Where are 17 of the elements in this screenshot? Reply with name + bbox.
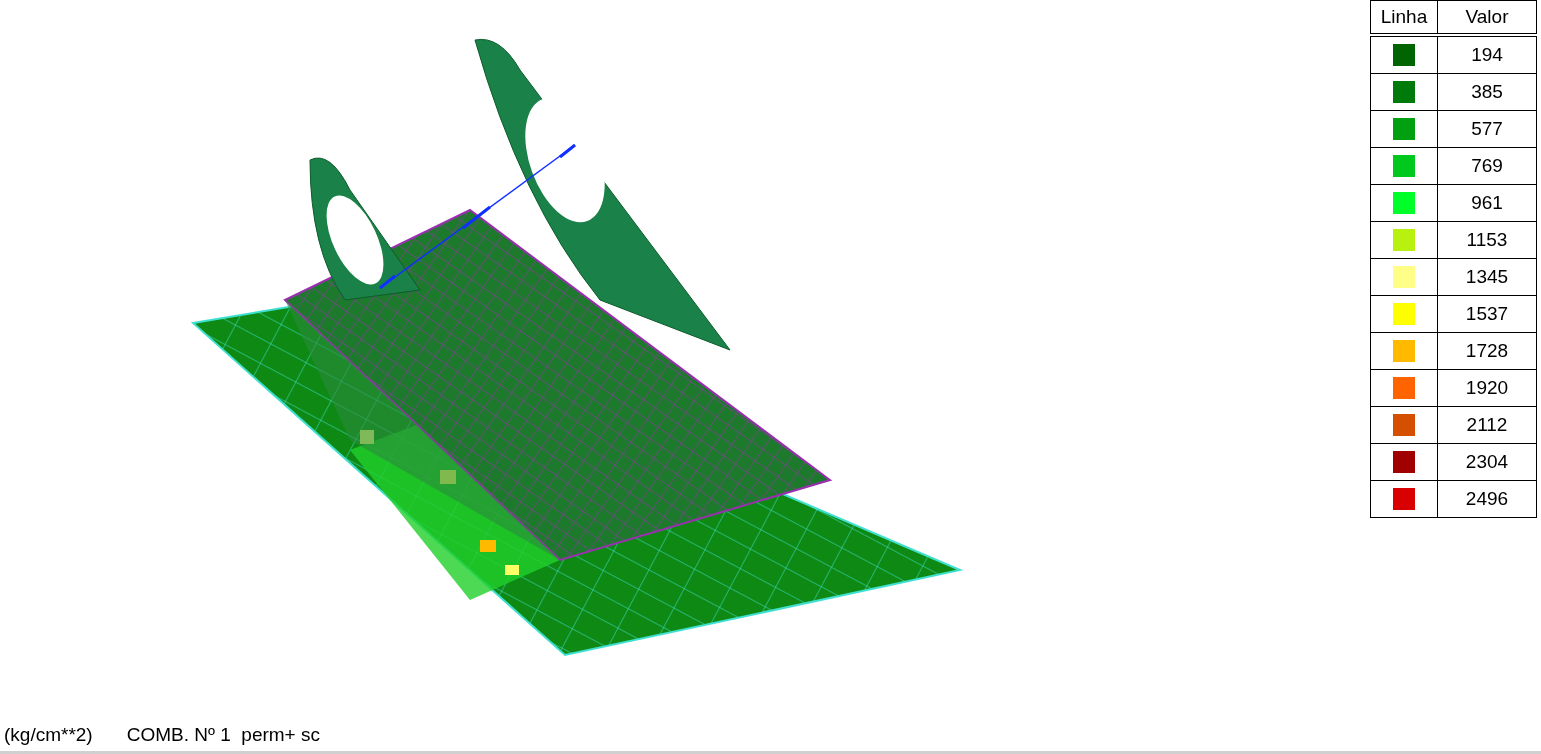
table-cell: 961 [1437,184,1537,222]
units-label: (kg/cm**2) [4,724,93,746]
table-cell: 385 [1437,73,1537,111]
table-cell: 1537 [1437,295,1537,333]
table-cell: 1920 [1437,369,1537,407]
table-cell: 769 [1437,147,1537,185]
column-header: Linha [1370,0,1438,35]
table-cell: 2112 [1437,406,1537,444]
table-cell: 2304 [1437,443,1537,481]
table-cell: 1345 [1437,258,1537,296]
table-cell: 2496 [1437,480,1537,518]
combination-label: COMB. Nº 1 perm+ sc [126,724,320,746]
table-cell: 1728 [1437,332,1537,370]
table-cell: 194 [1437,35,1537,74]
column-header: Valor [1437,0,1537,35]
table-cell: 577 [1437,110,1537,148]
table-cell: 1153 [1437,221,1537,259]
